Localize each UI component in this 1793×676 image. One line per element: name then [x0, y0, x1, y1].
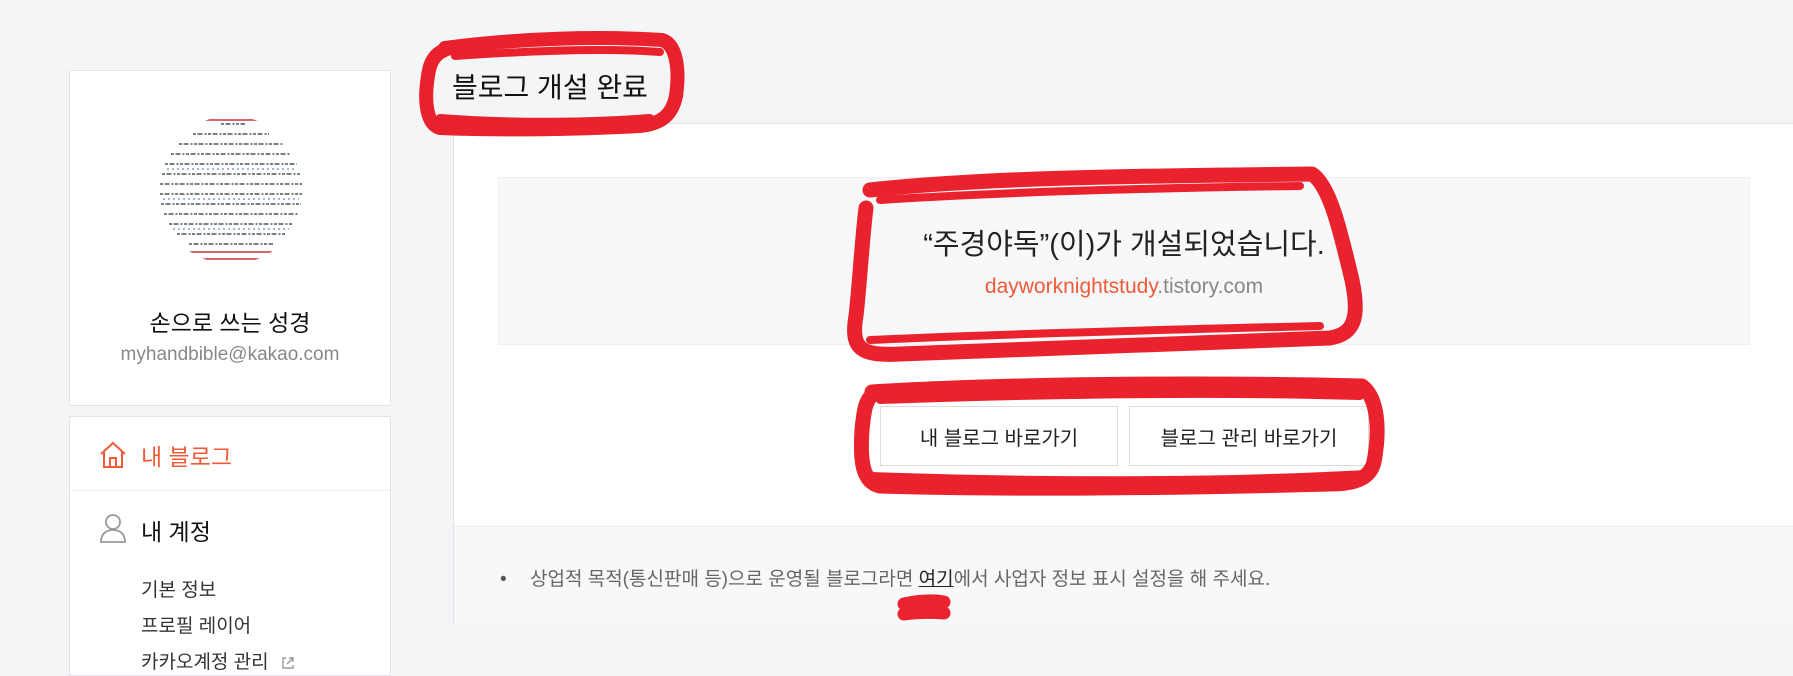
- sidebar-item-basic-info[interactable]: 기본 정보: [141, 575, 216, 602]
- blog-url-link[interactable]: dayworknightstudy.tistory.com: [985, 275, 1263, 298]
- business-info-note: • 상업적 목적(통신판매 등)으로 운영될 블로그라면 여기에서 사업자 정보 …: [500, 564, 1270, 591]
- creation-notice: “주경야독”(이)가 개설되었습니다. dayworknightstudy.ti…: [498, 177, 1750, 345]
- home-icon: [100, 441, 126, 468]
- external-link-icon: [282, 657, 294, 669]
- bullet: •: [500, 569, 507, 590]
- creation-message: “주경야독”(이)가 개설되었습니다.: [923, 229, 1325, 261]
- footer-notice: • 상업적 목적(통신판매 등)으로 운영될 블로그라면 여기에서 사업자 정보 …: [454, 526, 1793, 625]
- sidebar-item-label: 카카오계정 관리: [141, 652, 269, 673]
- profile-email: myhandbible@kakao.com: [120, 344, 340, 365]
- note-text: 상업적 목적(통신판매 등)으로 운영될 블로그라면: [530, 569, 919, 590]
- profile-card: 손으로 쓰는 성경 myhandbible@kakao.com: [69, 70, 391, 406]
- sidebar-item-my-blog[interactable]: 내 블로그: [70, 417, 390, 491]
- note-text: 에서 사업자 정보 표시 설정을 해 주세요.: [953, 569, 1271, 590]
- avatar: [157, 116, 305, 264]
- sidebar-item-label: 내 블로그: [141, 444, 233, 470]
- blog-url: dayworknightstudy.tistory.com: [499, 275, 1749, 299]
- completion-panel: “주경야독”(이)가 개설되었습니다. dayworknightstudy.ti…: [453, 123, 1793, 625]
- business-info-link[interactable]: 여기: [919, 569, 954, 590]
- go-blog-manage-button[interactable]: 블로그 관리 바로가기: [1129, 406, 1369, 466]
- blog-url-domain: .tistory.com: [1157, 275, 1264, 298]
- sidebar-menu: 내 블로그 내 계정 기본 정보 프로필 레이어 카카오계정 관리: [69, 416, 391, 676]
- sidebar-item-profile-layer[interactable]: 프로필 레이어: [141, 611, 251, 638]
- page-title: 블로그 개설 완료: [452, 72, 648, 103]
- user-icon: [100, 514, 126, 543]
- profile-name: 손으로 쓰는 성경: [149, 310, 311, 336]
- avatar-handwriting-image: [157, 116, 305, 264]
- sidebar-item-kakao-account[interactable]: 카카오계정 관리: [141, 647, 296, 674]
- go-my-blog-button[interactable]: 내 블로그 바로가기: [880, 406, 1118, 466]
- sidebar-section-label: 내 계정: [141, 519, 211, 545]
- blog-url-subdomain: dayworknightstudy: [984, 275, 1158, 298]
